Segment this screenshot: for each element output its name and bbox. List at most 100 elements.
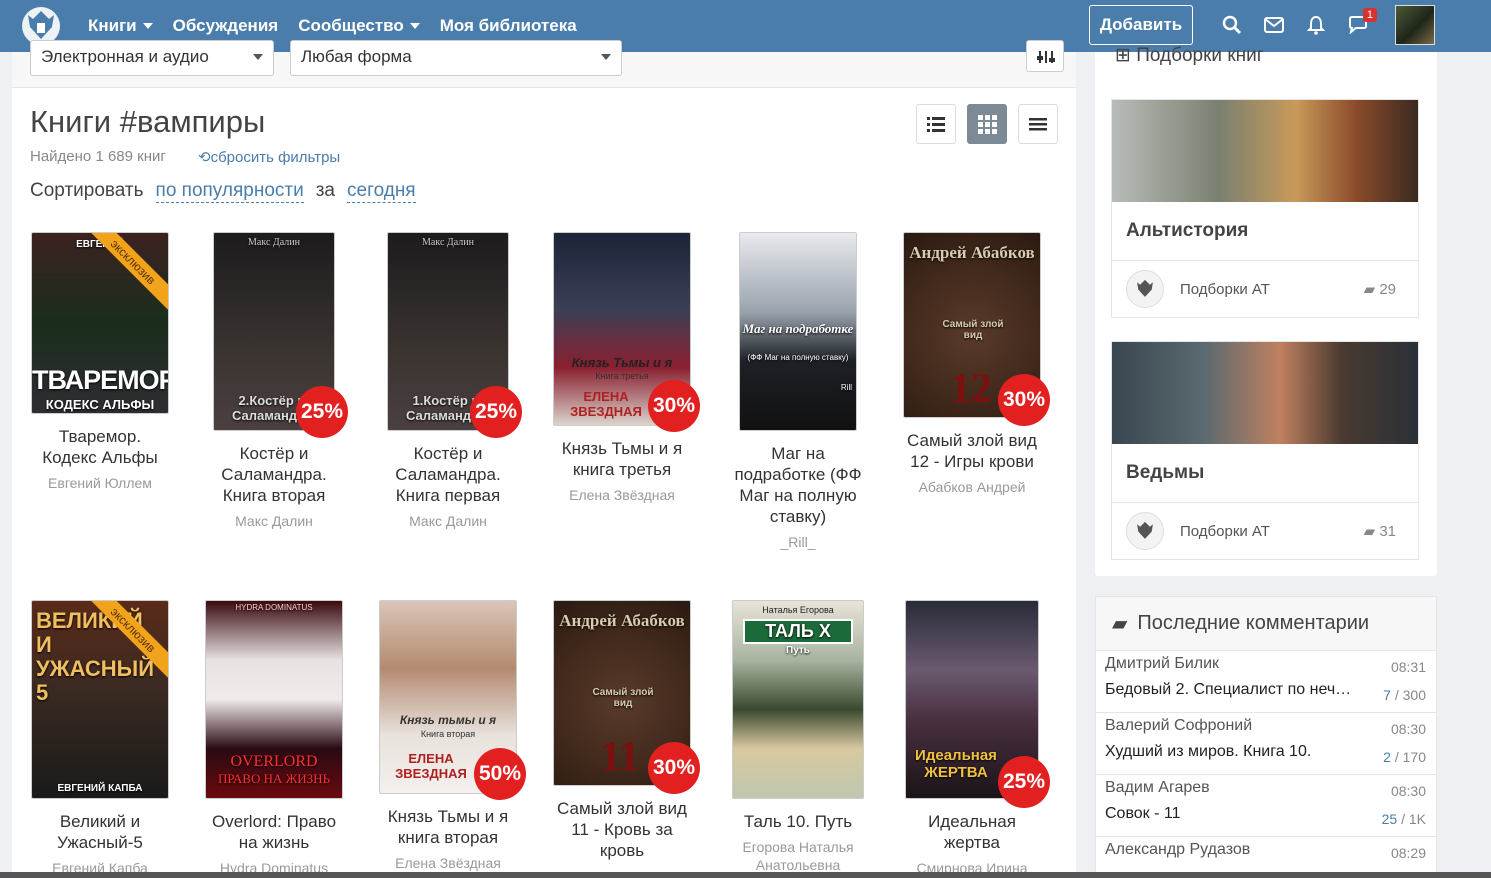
avatar[interactable] [1395,5,1435,45]
collection-owner-logo-icon[interactable] [1126,512,1164,550]
book-cover[interactable]: ЕВГЕНИЙ ТВАРЕМОР КОДЕКС АЛЬФЫ эксклюзив [31,232,169,414]
book-cover[interactable]: HYDRA DOMINATUS OVERLORD ПРАВО НА ЖИЗНЬ [205,600,343,799]
sort-by-label: за [315,180,335,201]
comment-user[interactable]: Вадим Агарев [1105,779,1427,797]
nav-books[interactable]: Книги [88,16,153,36]
book-title[interactable]: Тваремор. Кодекс Альфы [30,426,170,468]
book-title[interactable]: Великий и Ужасный-5 [30,811,170,853]
book-cover[interactable]: Наталья Егорова ТАЛЬ X Путь [732,600,864,799]
collections-panel: ⊞ Подборки книг Альтистория Подборки АТ … [1095,45,1437,576]
sliders-icon [1037,51,1055,63]
view-grid-button[interactable] [967,104,1007,144]
form-select[interactable]: Любая форма [290,40,622,76]
cover-text: 11 [600,734,640,780]
comment-item[interactable]: Дмитрий Билик 08:31 Бедовый 2. Специалис… [1096,651,1436,713]
comment-book[interactable]: Худший из миров. Книга 10. [1105,743,1355,761]
book-card[interactable]: HYDRA DOMINATUS OVERLORD ПРАВО НА ЖИЗНЬ … [204,600,344,877]
search-icon[interactable] [1221,14,1243,36]
book-icon: ▰ [1363,281,1380,298]
book-author[interactable]: Елена Звёздная [378,854,518,872]
book-card[interactable]: Князь тьмы и я Книга вторая ЕЛЕНА ЗВЕЗДН… [378,600,526,872]
book-title[interactable]: Костёр и Саламандра. Книга первая [378,443,518,506]
cover-text: Самый злой вид [592,687,654,709]
mail-icon[interactable] [1263,14,1285,36]
cover-text: 12 [950,366,992,412]
book-title[interactable]: Князь Тьмы и я книга третья [552,438,692,480]
bell-icon[interactable] [1305,14,1327,36]
reset-filters-link[interactable]: ⟲сбросить фильтры [198,148,340,166]
book-cover[interactable]: ВЕЛИКИЙ И УЖАСНЫЙ 5 ЕВГЕНИЙ КАПБА эксклю… [31,600,169,799]
cover-text: ЕЛЕНА ЗВЕЗДНАЯ [570,389,642,419]
book-card[interactable]: Наталья Егорова ТАЛЬ X Путь Таль 10. Пут… [728,600,868,874]
book-author[interactable]: _Rill_ [728,533,868,551]
book-card[interactable]: Андрей Абабков Самый злой вид 12 30% Сам… [902,232,1050,496]
cover-text: ТАЛЬ X [743,619,853,644]
book-card[interactable]: Андрей Абабков Самый злой вид 11 30% Сам… [552,600,700,861]
sort-dropdown[interactable]: по популярности [155,180,304,203]
book-card[interactable]: Князь Тьмы и я Книга третья ЕЛЕНА ЗВЕЗДН… [552,232,700,504]
book-cover[interactable]: Маг на подработке (ФФ Маг на полную став… [739,232,857,431]
collection-name[interactable]: Альтистория [1112,202,1418,261]
filter-settings-button[interactable] [1026,40,1064,72]
add-button[interactable]: Добавить [1089,5,1193,45]
collection-name[interactable]: Ведьмы [1112,444,1418,503]
collection-owner-logo-icon[interactable] [1126,270,1164,308]
collection-card[interactable]: Альтистория Подборки АТ ▰ 29 [1111,99,1419,318]
comments-header: ▰ Последние комментарии [1096,597,1436,651]
comment-item[interactable]: Вадим Агарев 08:30 Совок - 11 25 / 1K [1096,775,1436,837]
book-card[interactable]: Маг на подработке (ФФ Маг на полную став… [728,232,868,551]
book-author[interactable]: Елена Звёздная [552,486,692,504]
book-title[interactable]: Самый злой вид 12 - Игры крови [902,430,1042,472]
cover-text: Макс Далин [422,237,474,248]
book-author[interactable]: Макс Далин [204,512,344,530]
book-title[interactable]: Идеальная жертва [902,811,1042,853]
book-card[interactable]: ЕВГЕНИЙ ТВАРЕМОР КОДЕКС АЛЬФЫ эксклюзив … [30,232,170,492]
format-select[interactable]: Электронная и аудио [30,40,274,76]
comment-user[interactable]: Александр Рудазов [1105,841,1427,859]
cover-text: Путь [786,645,810,656]
list-icon [927,117,945,132]
comment-new-count: 2 [1383,749,1391,765]
nav-my-library-label: Моя библиотека [439,16,577,35]
comment-book[interactable]: Совок - 11 [1105,805,1355,823]
nav-my-library[interactable]: Моя библиотека [440,16,577,36]
book-card[interactable]: Идеальная ЖЕРТВА 25% Идеальная жертва См… [902,600,1050,877]
nav-community[interactable]: Сообщество [298,16,420,36]
book-card[interactable]: Макс Далин 2.Костёр и Саламандра 25% Кос… [204,232,348,530]
collections-header[interactable]: ⊞ Подборки книг [1115,44,1264,67]
sort-label: Сортировать [30,180,144,201]
comment-user[interactable]: Дмитрий Билик [1105,655,1427,673]
book-title[interactable]: Самый злой вид 11 - Кровь за кровь [552,798,692,861]
book-title[interactable]: Таль 10. Путь [728,811,868,832]
book-title[interactable]: Костёр и Саламандра. Книга вторая [204,443,344,506]
book-author[interactable]: Абабков Андрей [902,478,1042,496]
grid-icon [978,115,997,134]
cover-text: Маг на подработке [742,321,854,336]
comment-item[interactable]: Валерий Софроний 08:30 Худший из миров. … [1096,713,1436,775]
collection-owner[interactable]: Подборки АТ [1180,523,1270,540]
chat-icon[interactable]: 1 [1347,8,1377,36]
book-title[interactable]: Князь Тьмы и я книга вторая [378,806,518,848]
book-title[interactable]: Маг на подработке (ФФ Маг на полную став… [728,443,868,527]
book-author[interactable]: Евгений Юллем [30,474,170,492]
comment-user[interactable]: Валерий Софроний [1105,717,1427,735]
collection-count-value: 29 [1379,281,1396,298]
collections-title: Подборки книг [1136,45,1264,66]
collection-image[interactable] [1112,100,1418,202]
book-card[interactable]: Макс Далин 1.Костёр и Саламандра 25% Кос… [378,232,522,530]
collection-image[interactable] [1112,342,1418,444]
collection-count: ▰ 31 [1364,522,1396,540]
main-nav: Книги Обсуждения Сообщество Моя библиоте… [88,16,597,36]
view-list-button[interactable] [916,104,956,144]
view-compact-button[interactable] [1018,104,1058,144]
book-card[interactable]: ВЕЛИКИЙ И УЖАСНЫЙ 5 ЕВГЕНИЙ КАПБА эксклю… [30,600,170,877]
collection-owner[interactable]: Подборки АТ [1180,281,1270,298]
nav-discussions[interactable]: Обсуждения [173,16,279,36]
period-dropdown[interactable]: сегодня [347,180,416,203]
book-author[interactable]: Макс Далин [378,512,518,530]
comment-book[interactable]: Бедовый 2. Специалист по нечисти [1105,681,1355,699]
collection-card[interactable]: Ведьмы Подборки АТ ▰ 31 [1111,341,1419,560]
book-author[interactable]: Егорова Наталья Анатольевна [728,838,868,874]
refresh-icon: ⟲ [198,149,211,166]
book-title[interactable]: Overlord: Право на жизнь [204,811,344,853]
